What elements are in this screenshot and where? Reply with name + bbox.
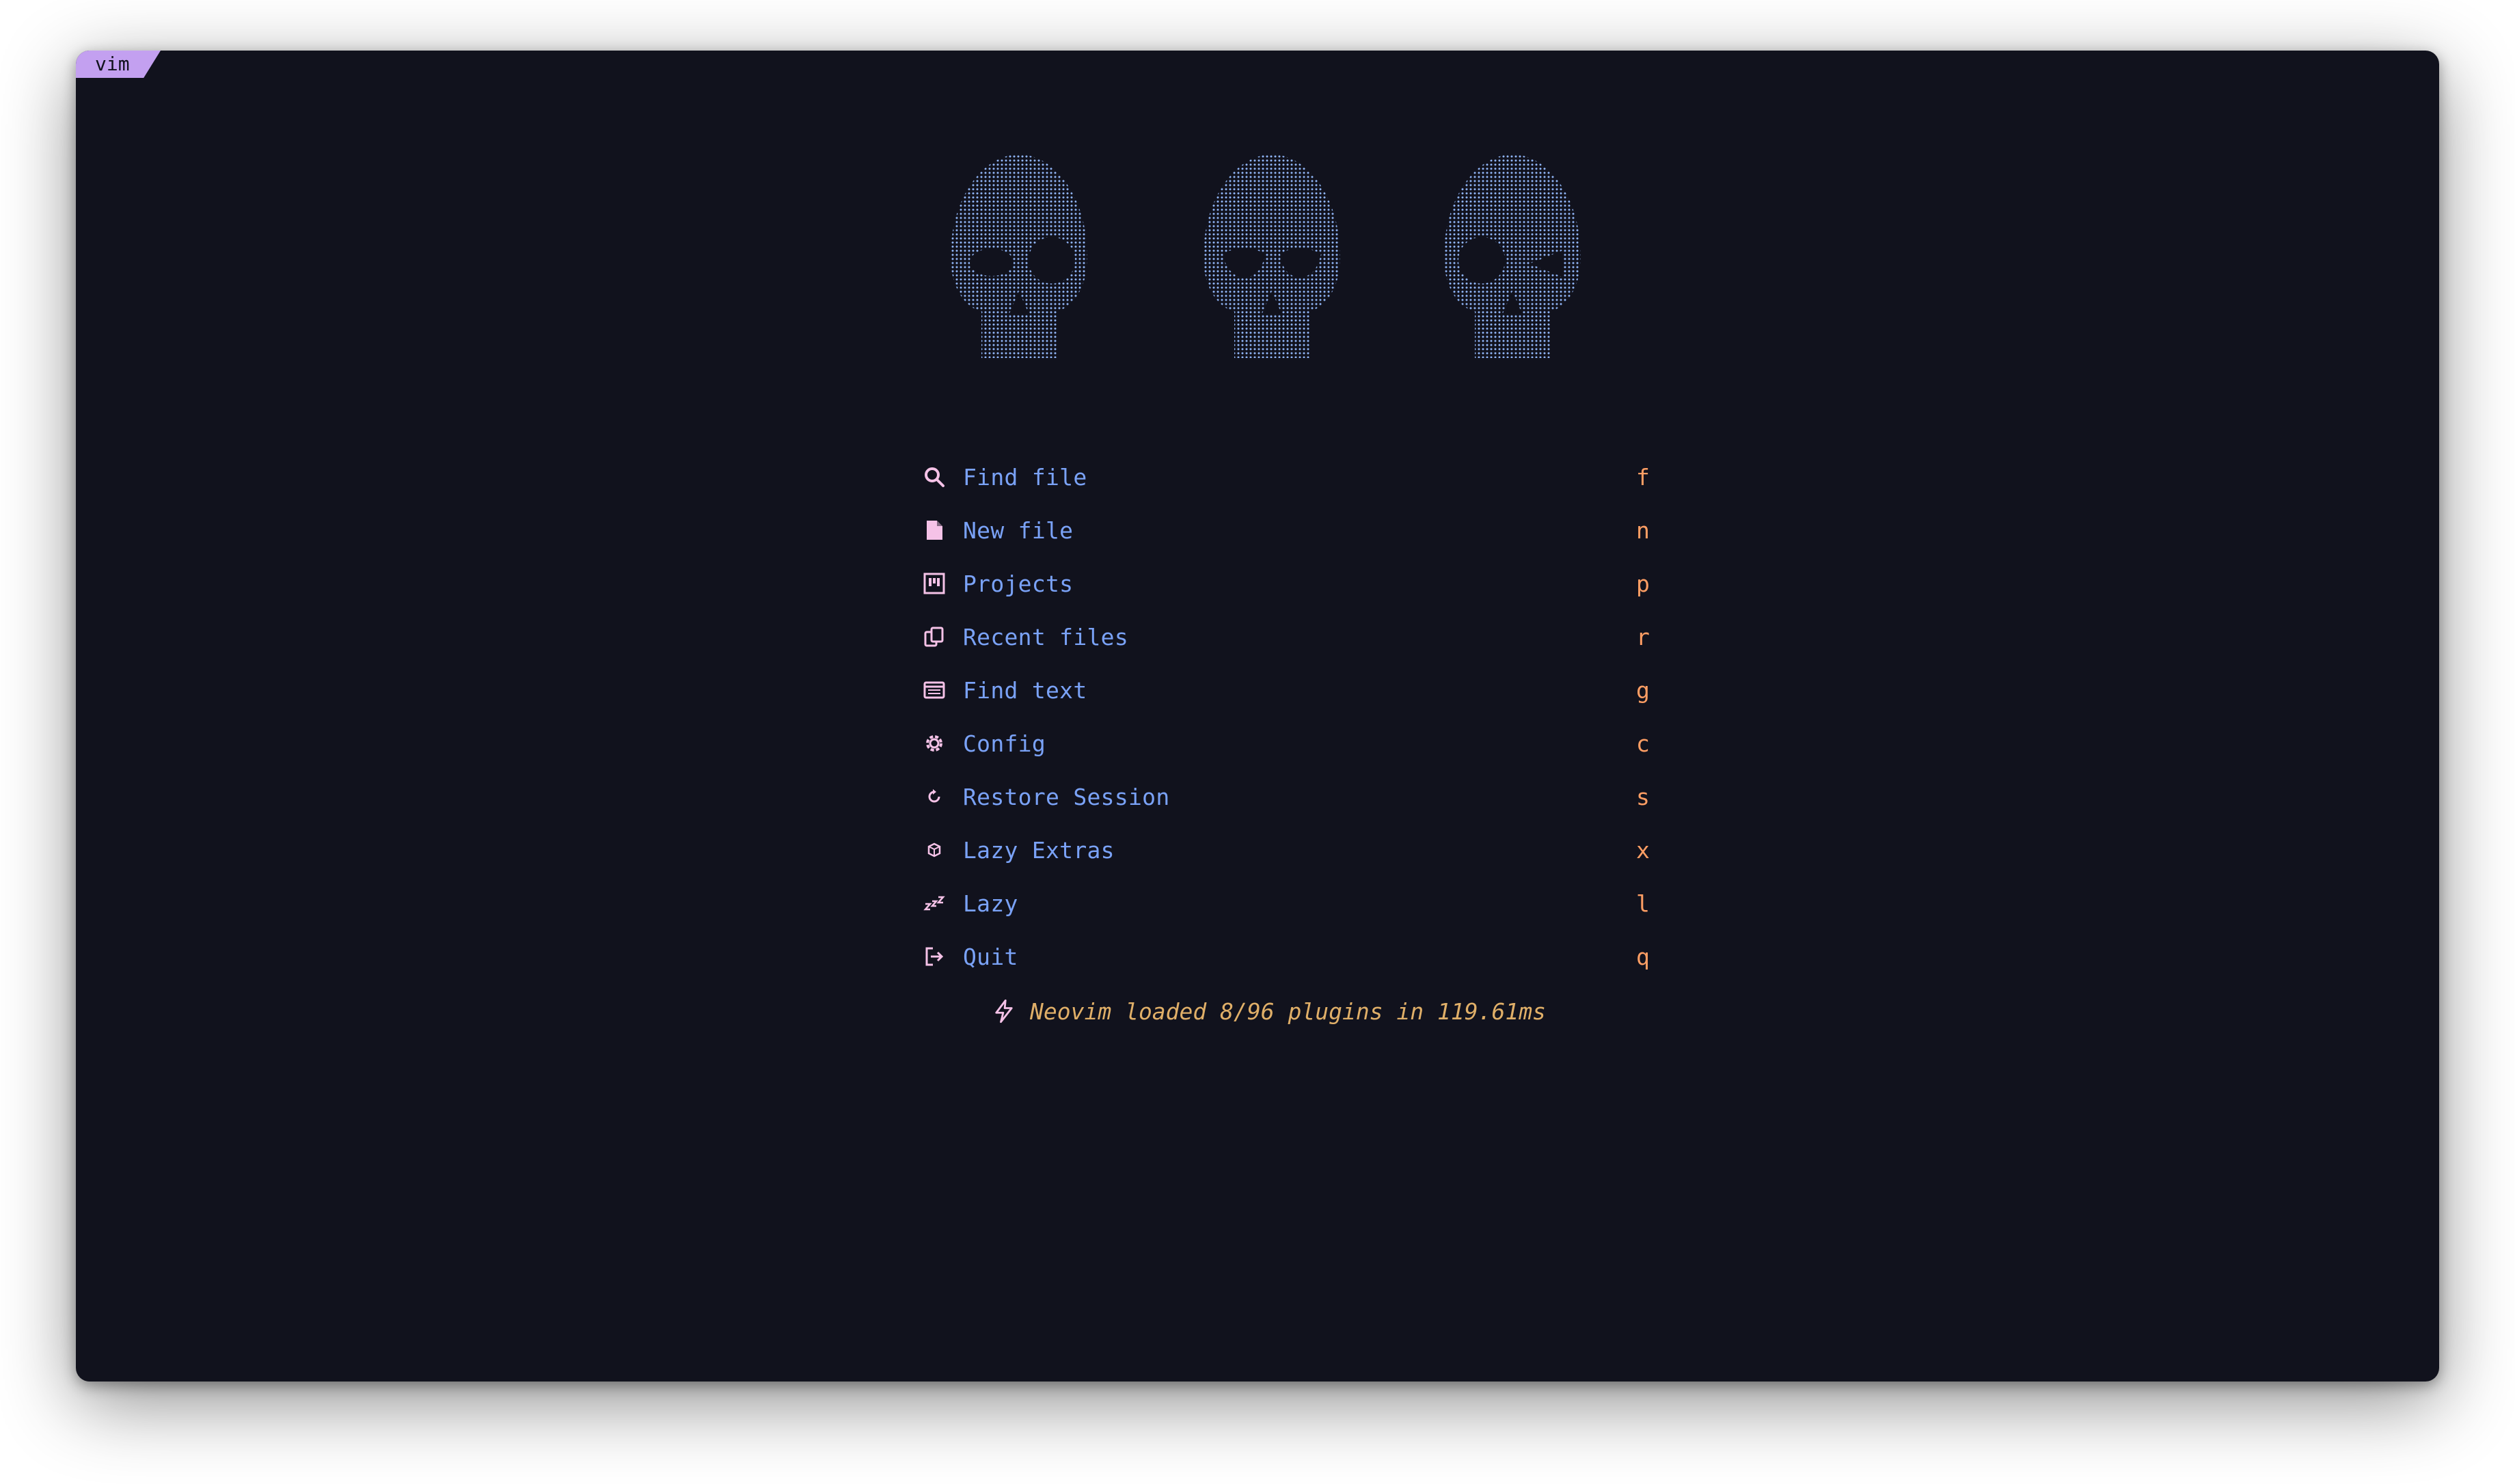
menu-item-quit[interactable]: Quit q — [922, 936, 1660, 977]
dashboard-menu: Find file f New file n Projects p Recent… — [76, 51, 2439, 1382]
startup-stats-text: Neovim loaded 8/96 plugins in 119.61ms — [1030, 998, 1546, 1025]
menu-item-label: Find file — [963, 463, 1087, 491]
projects-icon — [922, 571, 947, 596]
file-icon — [922, 518, 947, 542]
menu-item-key: q — [1636, 943, 1650, 970]
restore-icon — [922, 784, 947, 809]
gear-icon — [922, 731, 947, 756]
menu-item-find-file[interactable]: Find file f — [922, 456, 1660, 497]
menu-item-key: f — [1636, 463, 1650, 491]
menu-item-key: p — [1636, 570, 1650, 597]
menu-item-key: s — [1636, 783, 1650, 810]
menu-item-key: c — [1636, 730, 1650, 757]
menu-item-label: Config — [963, 730, 1046, 757]
menu-item-recent-files[interactable]: Recent files r — [922, 616, 1660, 657]
menu-item-label: Restore Session — [963, 783, 1170, 810]
menu-item-label: Lazy Extras — [963, 836, 1115, 864]
cube-icon — [922, 838, 947, 862]
menu-item-new-file[interactable]: New file n — [922, 510, 1660, 551]
find-text-icon — [922, 678, 947, 702]
menu-item-find-text[interactable]: Find text g — [922, 670, 1660, 711]
menu-item-label: Lazy — [963, 890, 1018, 917]
menu-item-lazy[interactable]: Lazy l — [922, 883, 1660, 924]
startup-stats: Neovim loaded 8/96 plugins in 119.61ms — [992, 991, 1546, 1032]
bolt-icon — [995, 999, 1013, 1023]
menu-item-key: x — [1636, 836, 1650, 864]
menu-item-key: l — [1636, 890, 1650, 917]
terminal-window: vim Find file f New file n Projects p Re… — [76, 51, 2439, 1382]
menu-item-label: Find text — [963, 676, 1087, 704]
menu-item-restore-session[interactable]: Restore Session s — [922, 776, 1660, 817]
exit-icon — [922, 944, 947, 969]
menu-item-label: Recent files — [963, 623, 1129, 650]
menu-item-projects[interactable]: Projects p — [922, 563, 1660, 604]
menu-item-label: Projects — [963, 570, 1074, 597]
menu-item-key: g — [1636, 676, 1650, 704]
menu-item-label: New file — [963, 517, 1074, 544]
menu-item-lazy-extras[interactable]: Lazy Extras x — [922, 829, 1660, 870]
menu-item-label: Quit — [963, 943, 1018, 970]
menu-item-config[interactable]: Config c — [922, 723, 1660, 764]
recent-files-icon — [922, 624, 947, 649]
search-icon — [922, 465, 947, 489]
menu-item-key: n — [1636, 517, 1650, 544]
menu-item-key: r — [1636, 623, 1650, 650]
sleep-icon — [922, 891, 947, 916]
